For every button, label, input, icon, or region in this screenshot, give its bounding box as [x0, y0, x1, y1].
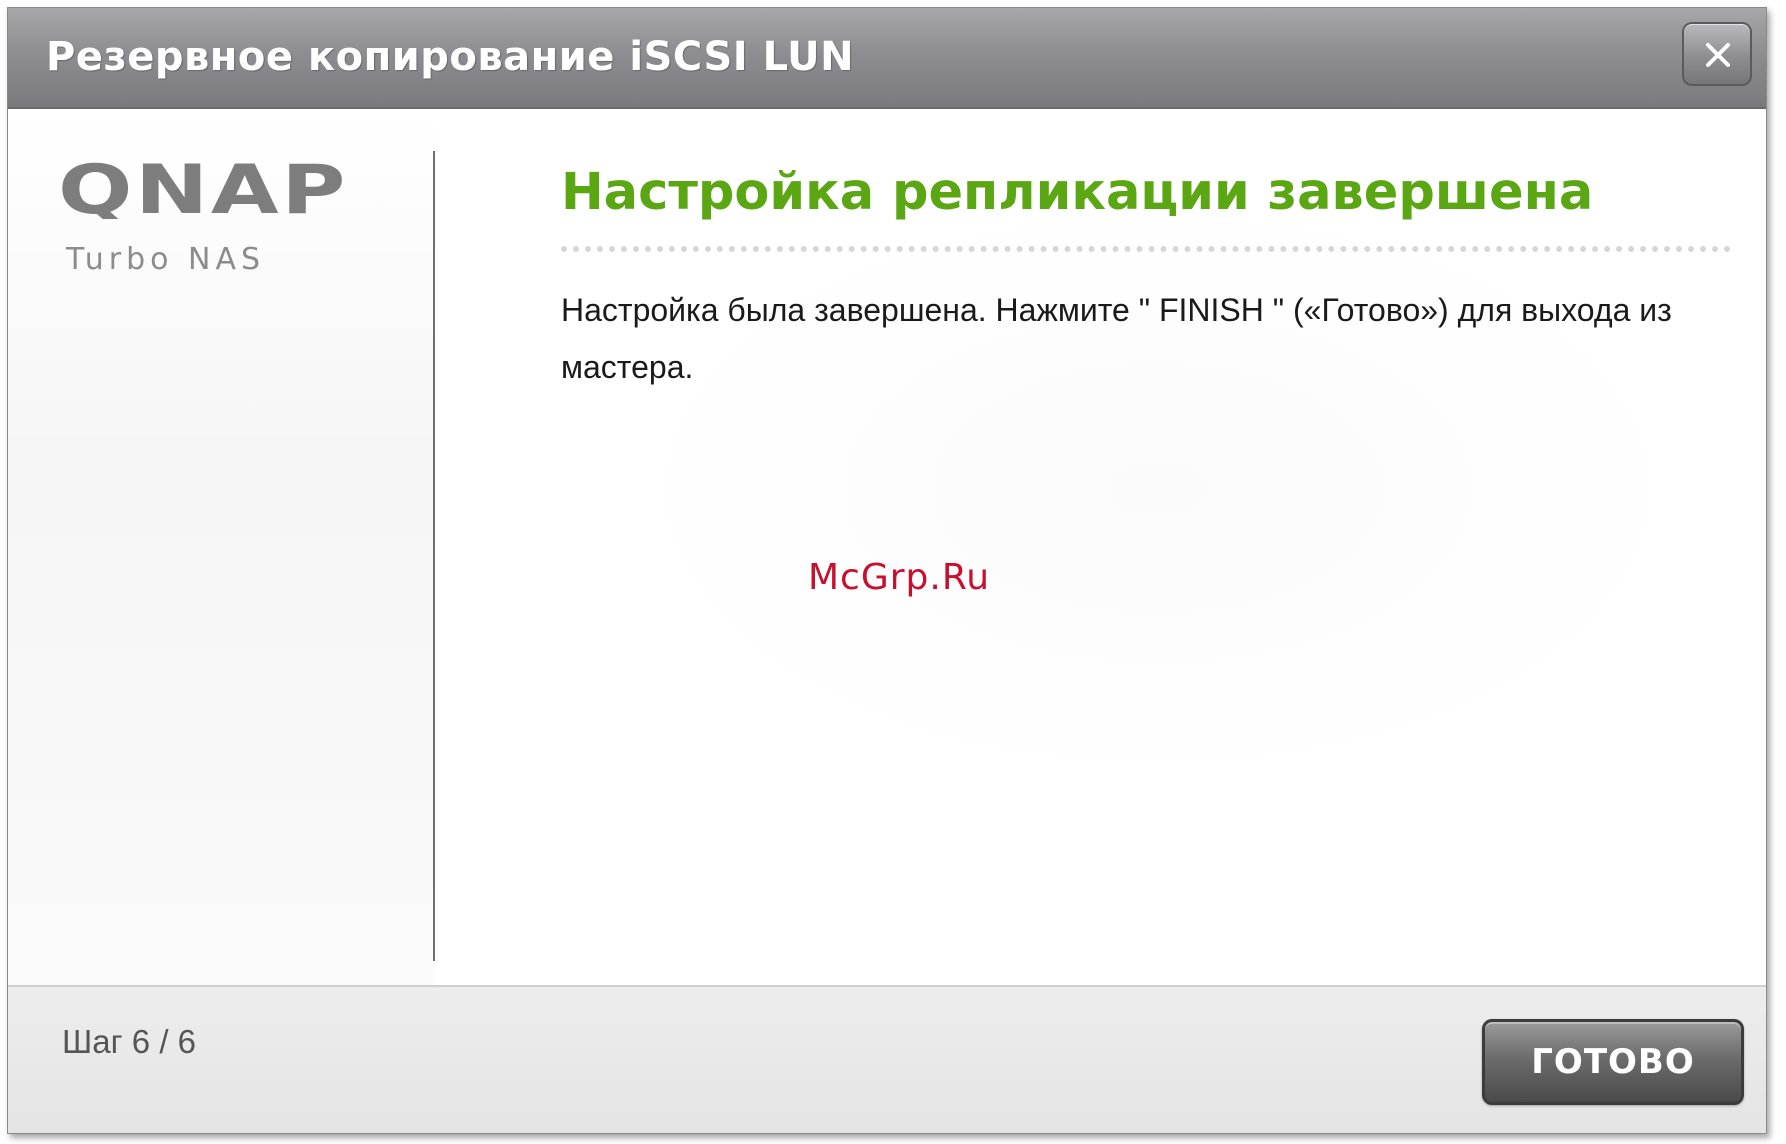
dialog-footer: Шаг 6 / 6 ГОТОВО [8, 985, 1766, 1133]
dialog-body: QNAP Turbo NAS Настройка репликации заве… [8, 109, 1766, 985]
close-icon [1706, 43, 1730, 67]
title-bar[interactable]: Резервное копирование iSCSI LUN [8, 8, 1766, 109]
sidebar: QNAP Turbo NAS [8, 109, 433, 985]
logo-subtitle: Turbo NAS [66, 242, 266, 277]
qnap-logo-graphic: QNAP [58, 151, 348, 230]
qnap-logo: QNAP [58, 151, 348, 230]
svg-text:QNAP: QNAP [58, 159, 348, 219]
page-heading: Настройка репликации завершена [561, 163, 1594, 222]
dialog-window: Резервное копирование iSCSI LUN QNAP Tur… [7, 7, 1767, 1134]
completion-message: Настройка была завершена. Нажмите " FINI… [561, 292, 1672, 385]
close-button[interactable] [1682, 22, 1752, 86]
watermark-text: McGrp.Ru [808, 557, 991, 598]
vertical-divider [433, 151, 435, 961]
finish-button[interactable]: ГОТОВО [1482, 1019, 1744, 1105]
window-title: Резервное копирование iSCSI LUN [46, 34, 855, 80]
heading-separator [561, 246, 1731, 252]
step-indicator: Шаг 6 / 6 [62, 1023, 197, 1060]
